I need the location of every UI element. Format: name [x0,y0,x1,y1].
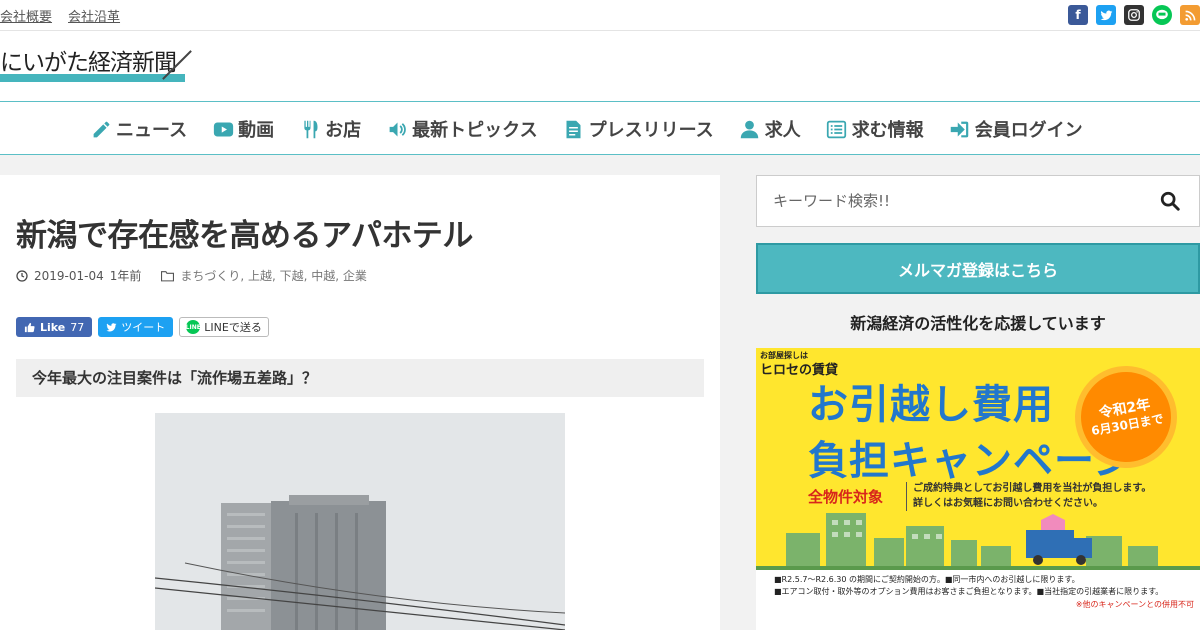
nav-item-news[interactable]: ニュース [90,116,187,142]
nav-item-login[interactable]: 会員ログイン [949,116,1083,142]
banner-cond-2: ■エアコン取付・取外等のオプション費用はお客さまご負担となります。■当社指定の引… [774,586,1164,596]
support-heading: 新潟経済の活性化を応援しています [850,314,1106,333]
document-icon [563,118,585,140]
nav-label-press: プレスリリース [588,120,714,141]
login-icon [949,118,971,140]
search-icon[interactable] [1159,190,1181,212]
article-subheading: 今年最大の注目案件は「流作場五差路」？ [16,359,704,397]
article-title: 新潟で存在感を高めるアパホテル [16,218,473,254]
nav-label-login: 会員ログイン [974,120,1083,141]
pencil-icon [90,118,112,140]
nav-label-jobs: 求人 [764,120,801,141]
nav-item-video[interactable]: 動画 [212,116,274,142]
company-overview-link[interactable]: 会社概要 [0,6,52,25]
top-links: 会社概要 会社沿革 [0,6,120,25]
nav-label-topics: 最新トピックス [412,120,538,141]
instagram-icon[interactable] [1124,5,1144,25]
article-meta: 2019-01-04 1年前 まちづくり, 上越, 下越, 中越, 企業 [16,267,367,284]
banner-description: ご成約特典としてお引越し費用を当社が負担します。 詳しくはお気軽にお問い合わせく… [906,482,1151,511]
speaker-icon [386,118,408,140]
banner-conditions: ■R2.5.7～R2.6.30 の期間にご契約開始の方。■同一市内へのお引越しに… [756,570,1200,612]
list-icon [826,118,848,140]
banner-desc-line-1: ご成約特典としてお引越し費用を当社が負担します。 [913,483,1152,494]
banner-target: 全物件対象 [808,488,884,506]
line-logo-icon: LINE [186,320,201,334]
article-card: 新潟で存在感を高めるアパホテル 2019-01-04 1年前 まちづくり, 上越… [0,175,720,630]
facebook-like-button[interactable]: Like 77 [16,317,93,337]
moving-truck-icon [1026,514,1092,565]
like-count: 77 [70,320,85,334]
rss-icon[interactable] [1180,5,1200,25]
nav-item-wanted[interactable]: 求む情報 [826,116,924,142]
search-box [756,175,1200,227]
folder-icon [161,270,175,281]
tweet-button[interactable]: ツイート [98,317,174,337]
clock-icon [16,269,28,282]
thumbs-up-icon [24,322,35,332]
line-share-label: LINEで送る [204,321,262,334]
line-share-button[interactable]: LINE LINEで送る [179,317,269,337]
banner-cond-1: ■R2.5.7～R2.6.30 の期間にご契約開始の方。■同一市内へのお引越しに… [774,575,1080,584]
hotel-building-image [155,413,565,630]
banner-note: ※他のキャンペーンとの併用不可 [1075,600,1194,609]
city-skyline-image [756,513,1200,570]
article-date: 2019-01-04 [34,268,104,283]
user-icon [739,118,761,140]
newsletter-signup-button[interactable]: メルマガ登録はこちら [756,243,1200,294]
nav-item-press[interactable]: プレスリリース [563,116,714,142]
utensils-icon [299,118,321,140]
site-header: にいがた経済新聞 [0,31,1200,101]
main-nav: ニュース 動画 お店 最新トピックス プレスリリース 求人 求む情報 会員ログイ… [0,101,1200,155]
company-history-link[interactable]: 会社沿革 [68,6,120,25]
sidebar-next-card [756,612,1200,630]
like-label: Like [40,320,66,334]
facebook-icon[interactable]: f [1068,5,1088,25]
line-icon[interactable] [1152,5,1172,25]
twitter-icon[interactable] [1096,5,1116,25]
nav-label-shop: お店 [325,120,362,141]
banner-headline-1: お引越し費用 [808,382,1054,428]
article-relative-time: 1年前 [109,269,142,283]
nav-label-wanted: 求む情報 [851,120,924,141]
search-input[interactable] [757,176,1147,226]
nav-item-topics[interactable]: 最新トピックス [386,116,538,142]
top-bar: 会社概要 会社沿革 f [0,0,1200,31]
share-buttons: Like 77 ツイート LINE LINEで送る [16,317,269,337]
nav-label-video: 動画 [238,120,275,141]
nav-item-jobs[interactable]: 求人 [739,116,801,142]
youtube-icon [212,118,234,140]
campaign-banner[interactable]: お部屋探しは ヒロセの賃貸 お引越し費用 負担キャンペーン 令和2年 6月30日… [756,348,1200,612]
article-photo [155,413,565,630]
article-categories[interactable]: まちづくり, 上越, 下越, 中越, 企業 [180,267,367,284]
twitter-bird-icon [106,322,117,331]
tweet-label: ツイート [121,321,166,334]
nav-item-shop[interactable]: お店 [299,116,361,142]
logo-underline [0,74,185,82]
logo-text: にいがた経済新聞 [0,50,177,76]
nav-label-news: ニュース [116,120,188,141]
social-links: f [1068,5,1200,25]
site-logo[interactable]: にいがた経済新聞 [0,41,205,96]
